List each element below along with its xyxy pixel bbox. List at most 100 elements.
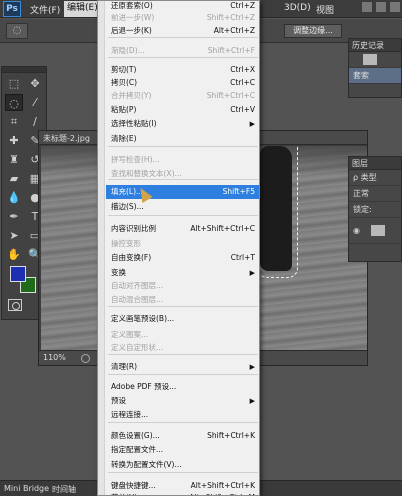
layers-panel: 图层 ρ 类型 正常 锁定: ◉ (348, 156, 402, 262)
menu-edit[interactable]: 编辑(E) (64, 1, 101, 17)
submenu-arrow-icon: ▶ (249, 120, 255, 128)
window-controls (362, 2, 400, 12)
foreground-color-swatch[interactable] (10, 266, 26, 282)
menu-item-label: 转换为配置文件(V)... (111, 460, 182, 469)
blur-tool-icon[interactable]: 💧 (5, 189, 23, 206)
menu-item[interactable]: 定义画笔预设(B)... (106, 312, 259, 326)
menu-item[interactable]: 指定配置文件... (106, 443, 259, 457)
menu-item[interactable]: 定义图案... (106, 328, 259, 342)
menu-item[interactable]: 前进一步(W) Shift+Ctrl+Z (106, 11, 259, 25)
menu-item[interactable]: 远程连接... (106, 408, 259, 422)
menu-item[interactable]: 合并拷贝(Y) Shift+Ctrl+C (106, 89, 259, 103)
menu-view[interactable]: 视图 (316, 3, 334, 16)
menu-item-label: 自动混合图层... (111, 295, 164, 304)
menu-item-label: 描边(S)... (111, 202, 144, 211)
move-tool-icon[interactable]: ✥ (26, 75, 44, 92)
document-tab-label: 未标题-2.jpg (43, 134, 90, 143)
menu-item[interactable]: 转换为配置文件(V)... (106, 458, 259, 472)
eraser-tool-icon[interactable]: ▰ (5, 170, 23, 187)
tab-timeline[interactable]: 时间轴 (52, 484, 76, 495)
menu-3d[interactable]: 3D(D) (284, 3, 311, 13)
menu-item-shortcut: Shift+Ctrl+F (207, 46, 255, 55)
menu-item[interactable]: 颜色设置(G)... Shift+Ctrl+K (106, 429, 259, 443)
status-info-icon[interactable] (81, 354, 90, 363)
layers-panel-tab[interactable]: 图层 (349, 157, 401, 170)
lasso-tool-icon[interactable]: ◌ (5, 94, 23, 111)
menu-item-label: 操控变形 (111, 239, 141, 248)
menu-item[interactable]: 定义自定形状... (106, 341, 259, 355)
menu-item[interactable]: 拼写检查(H)... (106, 153, 259, 167)
menu-item-label: 剪切(T) (111, 65, 137, 74)
history-panel: 历史记录 套索 (348, 38, 402, 98)
path-selection-tool-icon[interactable]: ➤ (5, 227, 23, 244)
menu-item[interactable]: 菜单(U)... Alt+Shift+Ctrl+M (106, 491, 259, 495)
history-state-row[interactable]: 套索 (349, 68, 401, 84)
menu-item-shortcut: Ctrl+V (230, 105, 255, 114)
quick-mask-icon[interactable] (8, 299, 22, 311)
menu-item[interactable]: 描边(S)... (106, 200, 259, 214)
menu-item[interactable]: 填充(L)... Shift+F5 (106, 185, 259, 199)
menu-item[interactable]: 渐隐(D)... Shift+Ctrl+F (106, 44, 259, 58)
menu-item-shortcut: Shift+Ctrl+K (207, 431, 255, 440)
menu-item[interactable]: 预设 ▶ (106, 394, 259, 408)
crop-tool-icon[interactable]: ⌗ (5, 113, 23, 130)
menu-separator (108, 354, 258, 355)
menu-file[interactable]: 文件(F) (30, 3, 60, 16)
marquee-tool-icon[interactable]: ⬚ (5, 75, 23, 92)
menu-item-shortcut: Shift+Ctrl+C (206, 91, 255, 100)
eyedropper-tool-icon[interactable]: ∕ (26, 113, 44, 130)
close-icon[interactable] (390, 2, 400, 12)
menu-item-shortcut: Ctrl+T (230, 253, 255, 262)
photoshop-logo: Ps (3, 1, 21, 17)
menu-item[interactable]: 清理(R) ▶ (106, 360, 259, 374)
menu-item[interactable]: 粘贴(P) Ctrl+V (106, 103, 259, 117)
history-panel-tab[interactable]: 历史记录 (349, 39, 401, 52)
menu-item[interactable]: Adobe PDF 预设... (106, 380, 259, 394)
submenu-arrow-icon: ▶ (249, 269, 255, 277)
menu-item[interactable]: 剪切(T) Ctrl+X (106, 63, 259, 77)
submenu-arrow-icon: ▶ (249, 397, 255, 405)
menu-item[interactable]: 拷贝(C) Ctrl+C (106, 76, 259, 90)
menu-item-label: 自动对齐图层... (111, 281, 164, 290)
menu-item[interactable]: 变换 ▶ (106, 266, 259, 280)
menu-item[interactable]: 自动对齐图层... (106, 279, 259, 293)
minimize-icon[interactable] (362, 2, 372, 12)
lasso-preset-icon[interactable]: ◌ (6, 23, 28, 39)
menu-item[interactable]: 后退一步(K) Alt+Ctrl+Z (106, 24, 259, 38)
submenu-arrow-icon: ▶ (249, 363, 255, 371)
menu-item-shortcut: Ctrl+X (230, 65, 255, 74)
visibility-eye-icon[interactable]: ◉ (353, 218, 361, 243)
lasso-selection-marquee (254, 146, 298, 278)
menu-item[interactable]: 操控变形 (106, 237, 259, 251)
menu-separator (108, 422, 258, 423)
menu-separator (108, 57, 258, 58)
menu-item-label: 指定配置文件... (111, 445, 164, 454)
menu-gutter (98, 1, 105, 495)
menu-item-label: 远程连接... (111, 410, 149, 419)
menu-separator (108, 306, 258, 307)
hand-tool-icon[interactable]: ✋ (5, 246, 23, 263)
magic-wand-tool-icon[interactable]: ⁄ (26, 94, 44, 111)
refine-edge-button[interactable]: 调整边缘... (284, 24, 342, 38)
menu-item[interactable]: 内容识别比例 Alt+Shift+Ctrl+C (106, 222, 259, 236)
layer-row[interactable]: ◉ (349, 218, 401, 244)
zoom-level[interactable]: 110% (43, 353, 66, 362)
layer-kind-filter[interactable]: ρ 类型 (349, 170, 401, 186)
clone-stamp-tool-icon[interactable]: ♜ (5, 151, 23, 168)
menu-item-label: Adobe PDF 预设... (111, 382, 177, 391)
blend-mode-select[interactable]: 正常 (349, 186, 401, 202)
menu-item[interactable]: 自动混合图层... (106, 293, 259, 307)
menu-item[interactable]: 选择性粘贴(I) ▶ (106, 117, 259, 131)
menu-item[interactable]: 清除(E) (106, 132, 259, 146)
menu-item-shortcut: Ctrl+C (230, 78, 255, 87)
maximize-icon[interactable] (376, 2, 386, 12)
menu-item[interactable]: 自由变换(F) Ctrl+T (106, 251, 259, 265)
history-snapshot[interactable] (349, 52, 401, 68)
healing-brush-tool-icon[interactable]: ✚ (5, 132, 23, 149)
menu-separator (108, 37, 258, 38)
tools-panel-handle[interactable] (2, 67, 46, 73)
tab-mini-bridge[interactable]: Mini Bridge (4, 484, 49, 493)
menu-item-label: 定义自定形状... (111, 343, 164, 352)
menu-item-label: 内容识别比例 (111, 224, 156, 233)
pen-tool-icon[interactable]: ✒ (5, 208, 23, 225)
